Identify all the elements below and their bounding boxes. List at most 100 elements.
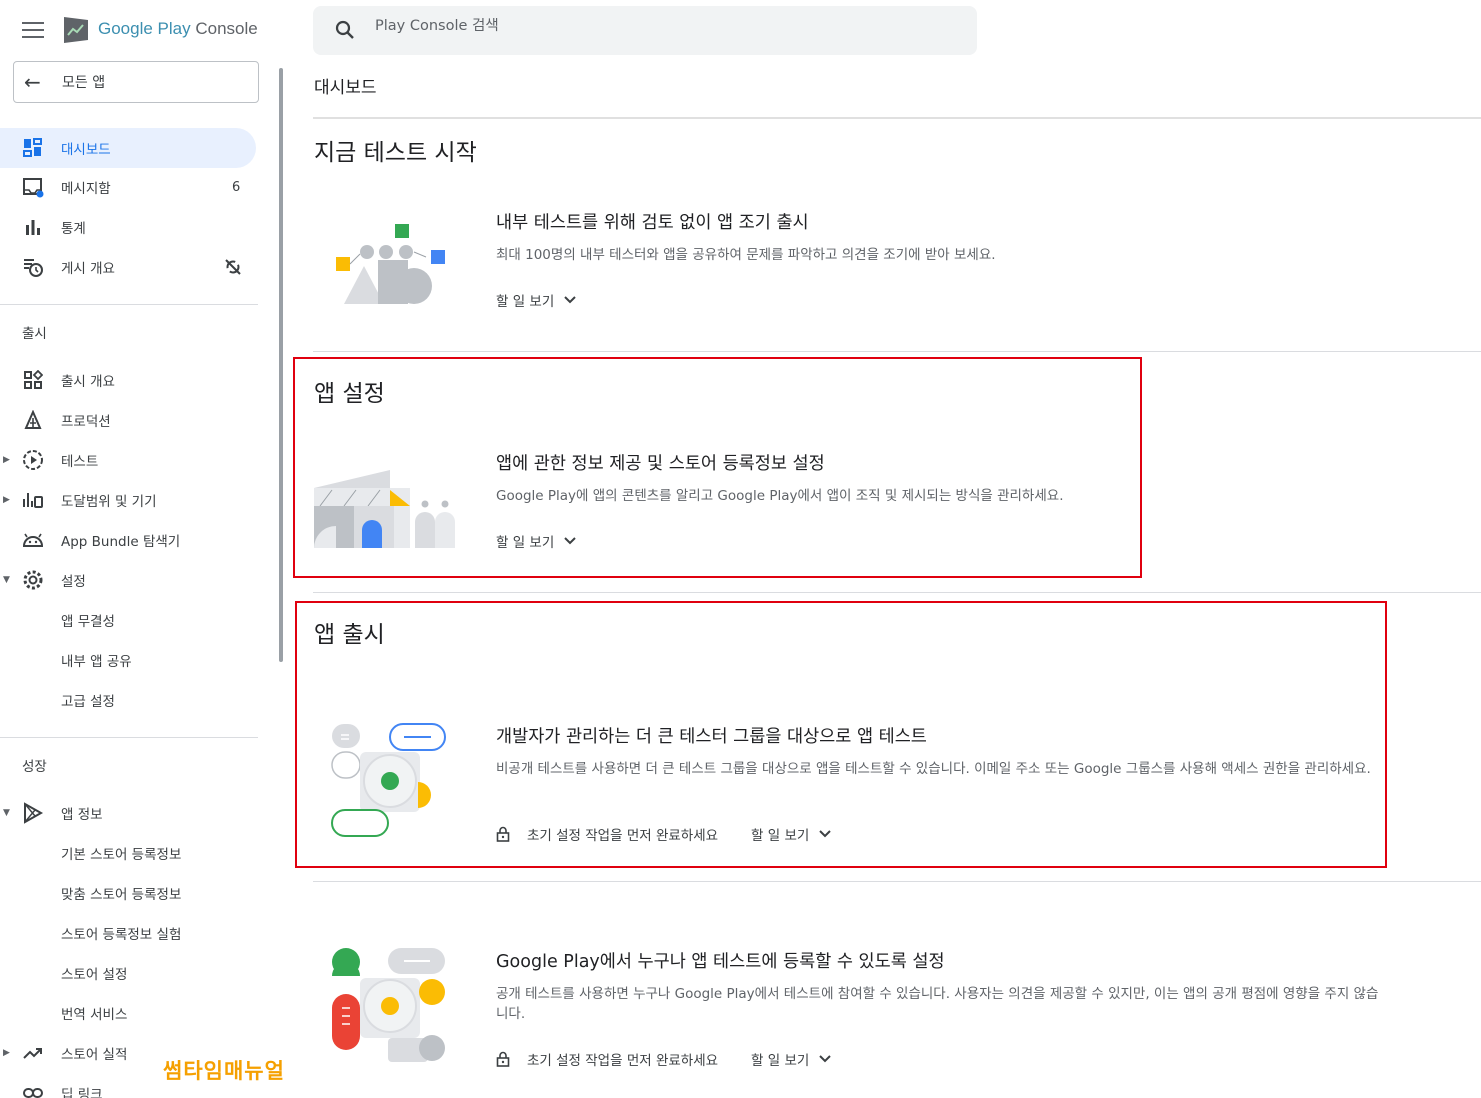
- all-apps-label: 모든 앱: [62, 75, 106, 91]
- sidebar-item-label: 대시보드: [61, 142, 111, 158]
- play-console-logo[interactable]: Google Play Console: [62, 14, 258, 44]
- release-overview-icon: [22, 369, 44, 391]
- play-console-logo-icon: [64, 17, 88, 43]
- sidebar-item-label: 스토어 설정: [61, 967, 128, 983]
- task-title: 내부 테스트를 위해 검토 없이 앱 조기 출시: [496, 213, 809, 233]
- section-divider: [313, 592, 1481, 593]
- sidebar-divider: [0, 304, 258, 305]
- link-icon: [22, 1082, 44, 1098]
- sidebar-item-app-integrity[interactable]: 앱 무결성: [0, 600, 256, 640]
- sidebar-item-testing[interactable]: ▶ 테스트: [0, 440, 256, 480]
- inbox-count-badge: 6: [232, 179, 241, 195]
- sidebar-item-internal-app-sharing[interactable]: 내부 앱 공유: [0, 640, 256, 680]
- watermark-text: 썸타임매뉴얼: [163, 1059, 285, 1083]
- sidebar-item-custom-store-listing[interactable]: 맞춤 스토어 등록정보: [0, 873, 256, 913]
- production-icon: [22, 409, 44, 431]
- search-bar[interactable]: [313, 6, 977, 55]
- sidebar-item-release-overview[interactable]: 출시 개요: [0, 360, 256, 400]
- closed-testing-illustration: [331, 723, 446, 837]
- locked-message: 초기 설정 작업을 먼저 완료하세요: [527, 1053, 719, 1069]
- task-description: 최대 100명의 내부 테스터와 앱을 공유하여 문제를 파악하고 의견을 조기…: [496, 247, 996, 263]
- view-tasks-label: 할 일 보기: [751, 828, 810, 844]
- view-tasks-link[interactable]: 할 일 보기: [751, 1049, 832, 1069]
- logo-console: Console: [190, 19, 258, 38]
- all-apps-button[interactable]: ← 모든 앱: [13, 61, 259, 103]
- page-title: 대시보드: [314, 78, 377, 98]
- sidebar-item-label: App Bundle 탐색기: [61, 534, 181, 550]
- sidebar-item-store-listing-experiments[interactable]: 스토어 등록정보 실험: [0, 913, 256, 953]
- lock-icon: [496, 826, 510, 842]
- sidebar-item-label: 맞춤 스토어 등록정보: [61, 887, 182, 903]
- sidebar-item-label: 번역 서비스: [61, 1007, 128, 1023]
- sidebar-item-advanced-settings[interactable]: 고급 설정: [0, 680, 256, 720]
- locked-task-row: 초기 설정 작업을 먼저 완료하세요 할 일 보기: [496, 824, 832, 844]
- section-title-app-setup: 앱 설정: [314, 381, 385, 407]
- app-setup-illustration: [314, 470, 455, 548]
- search-input[interactable]: [375, 18, 935, 34]
- task-description: 공개 테스트를 사용하면 누구나 Google Play에서 테스트에 참여할 …: [496, 986, 1379, 1022]
- sidebar-item-label: 출시 개요: [61, 374, 115, 390]
- arrow-back-icon: ←: [24, 70, 41, 94]
- view-tasks-link[interactable]: 할 일 보기: [496, 290, 576, 310]
- android-icon: [22, 529, 44, 551]
- reach-devices-icon: [22, 489, 44, 511]
- view-tasks-link[interactable]: 할 일 보기: [496, 531, 576, 551]
- section-title-release: 출시: [22, 326, 47, 342]
- sidebar-item-settings[interactable]: ▼ 설정: [0, 560, 256, 600]
- locked-task-row: 초기 설정 작업을 먼저 완료하세요 할 일 보기: [496, 1049, 832, 1069]
- play-store-icon: [22, 802, 44, 824]
- sidebar-item-main-store-listing[interactable]: 기본 스토어 등록정보: [0, 833, 256, 873]
- section-title-grow: 성장: [22, 759, 47, 775]
- dashboard-icon: [22, 137, 44, 159]
- gear-icon: [22, 569, 44, 591]
- sidebar-item-label: 도달범위 및 기기: [61, 494, 157, 510]
- view-tasks-label: 할 일 보기: [496, 535, 555, 551]
- task-title: Google Play에서 누구나 앱 테스트에 등록할 수 있도록 설정: [496, 952, 945, 972]
- expand-caret-icon[interactable]: ▶: [3, 1048, 10, 1058]
- sidebar-item-production[interactable]: 프로덕션: [0, 400, 256, 440]
- task-description: 비공개 테스트를 사용하면 더 큰 테스트 그룹을 대상으로 앱을 테스트할 수…: [496, 761, 1371, 777]
- sidebar-item-label: 게시 개요: [61, 261, 115, 277]
- bar-chart-icon: [22, 216, 44, 238]
- view-tasks-label: 할 일 보기: [496, 294, 555, 310]
- task-title: 개발자가 관리하는 더 큰 테스터 그룹을 대상으로 앱 테스트: [496, 727, 927, 747]
- sidebar-item-label: 고급 설정: [61, 694, 115, 710]
- task-title: 앱에 관한 정보 제공 및 스토어 등록정보 설정: [496, 454, 825, 474]
- sync-off-icon: [222, 256, 244, 278]
- header-divider: [313, 117, 1481, 119]
- view-tasks-link[interactable]: 할 일 보기: [751, 824, 832, 844]
- open-testing-illustration: [332, 948, 445, 1062]
- sidebar-item-translation-services[interactable]: 번역 서비스: [0, 993, 256, 1033]
- hamburger-menu-icon[interactable]: [22, 22, 44, 38]
- sidebar-item-publishing-overview[interactable]: 게시 개요: [0, 247, 256, 287]
- sidebar-item-statistics[interactable]: 통계: [0, 207, 256, 247]
- publishing-overview-icon: [22, 256, 44, 278]
- sidebar-item-app-bundle-explorer[interactable]: App Bundle 탐색기: [0, 520, 256, 560]
- sidebar-scrollbar[interactable]: [279, 68, 283, 662]
- sidebar-item-label: 기본 스토어 등록정보: [61, 847, 182, 863]
- sidebar-item-label: 스토어 실적: [61, 1047, 128, 1063]
- chevron-down-icon: [564, 537, 576, 545]
- chevron-down-icon: [819, 1055, 832, 1063]
- collapse-caret-icon[interactable]: ▼: [3, 575, 10, 585]
- sidebar-item-store-settings[interactable]: 스토어 설정: [0, 953, 256, 993]
- collapse-caret-icon[interactable]: ▼: [3, 808, 10, 818]
- expand-caret-icon[interactable]: ▶: [3, 455, 10, 465]
- sidebar-item-label: 테스트: [61, 454, 99, 470]
- section-divider: [313, 351, 1481, 352]
- sidebar-item-label: 통계: [61, 221, 86, 237]
- trending-up-icon: [22, 1042, 44, 1064]
- sidebar-item-reach-devices[interactable]: ▶ 도달범위 및 기기: [0, 480, 256, 520]
- chevron-down-icon: [564, 296, 576, 304]
- inbox-icon: [22, 176, 44, 198]
- sidebar-item-dashboard[interactable]: 대시보드: [0, 128, 256, 168]
- section-divider: [313, 881, 1481, 882]
- sidebar-item-label: 앱 무결성: [61, 614, 115, 630]
- search-icon: [335, 20, 354, 39]
- expand-caret-icon[interactable]: ▶: [3, 495, 10, 505]
- section-title-app-release: 앱 출시: [314, 622, 385, 648]
- internal-testing-illustration: [336, 224, 445, 304]
- sidebar-item-inbox[interactable]: 메시지함 6: [0, 167, 256, 207]
- section-title-start-testing: 지금 테스트 시작: [314, 140, 477, 166]
- sidebar-item-app-info[interactable]: ▼ 앱 정보: [0, 793, 256, 833]
